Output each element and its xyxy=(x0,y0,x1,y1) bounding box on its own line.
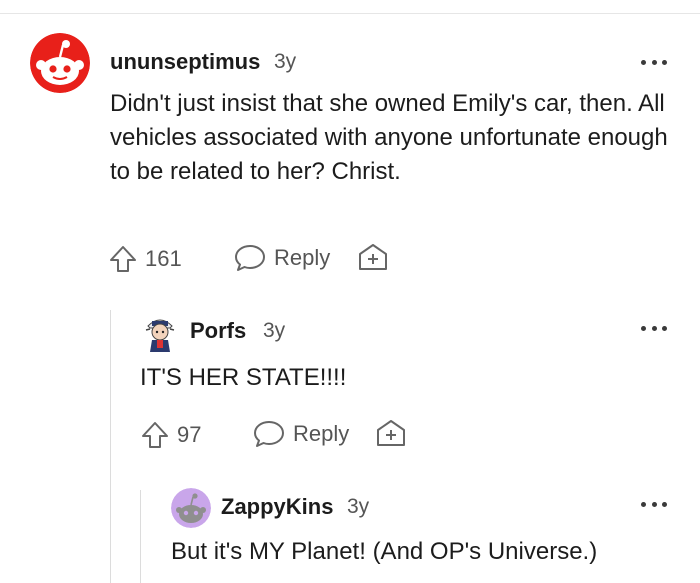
username[interactable]: ununseptimus xyxy=(110,49,260,75)
speech-bubble-icon xyxy=(254,421,284,447)
reddit-snoo-purple-icon xyxy=(171,488,211,528)
thread-line xyxy=(140,490,141,583)
reply-label: Reply xyxy=(274,245,331,270)
score: 97 xyxy=(177,422,202,447)
reply-label: Reply xyxy=(293,421,350,446)
speech-bubble-icon xyxy=(235,245,265,271)
username[interactable]: ZappyKins xyxy=(221,494,333,520)
reddit-snoo-red-icon xyxy=(30,33,90,93)
award-plus-icon xyxy=(377,420,405,446)
comment-body: Didn't just insist that she owned Emily'… xyxy=(110,90,668,185)
comment-age: 3y xyxy=(263,319,286,342)
comment-body: IT'S HER STATE!!!! xyxy=(140,364,347,391)
award-button[interactable] xyxy=(357,243,389,273)
custom-avatar-icon xyxy=(145,319,175,352)
upvote-button[interactable]: 97 xyxy=(140,420,201,450)
reply-button[interactable]: Reply xyxy=(253,419,349,449)
comment-body: But it's MY Planet! (And OP's Universe.) xyxy=(171,538,598,565)
thread-line xyxy=(110,310,111,583)
comment-age: 3y xyxy=(347,495,370,518)
more-options-button[interactable] xyxy=(641,57,667,67)
more-options-button[interactable] xyxy=(641,499,667,509)
award-button[interactable] xyxy=(375,419,407,449)
avatar[interactable] xyxy=(140,312,180,352)
avatar[interactable] xyxy=(171,488,211,528)
more-options-button[interactable] xyxy=(641,323,667,333)
reply-button[interactable]: Reply xyxy=(234,243,330,273)
upvote-arrow-icon xyxy=(110,246,136,272)
avatar[interactable] xyxy=(30,33,90,93)
score: 161 xyxy=(145,246,182,271)
upvote-button[interactable]: 161 xyxy=(108,244,182,274)
upvote-arrow-icon xyxy=(142,422,168,448)
comment-age: 3y xyxy=(274,50,297,73)
award-plus-icon xyxy=(359,244,387,270)
username[interactable]: Porfs xyxy=(190,318,246,344)
top-divider xyxy=(0,13,700,14)
